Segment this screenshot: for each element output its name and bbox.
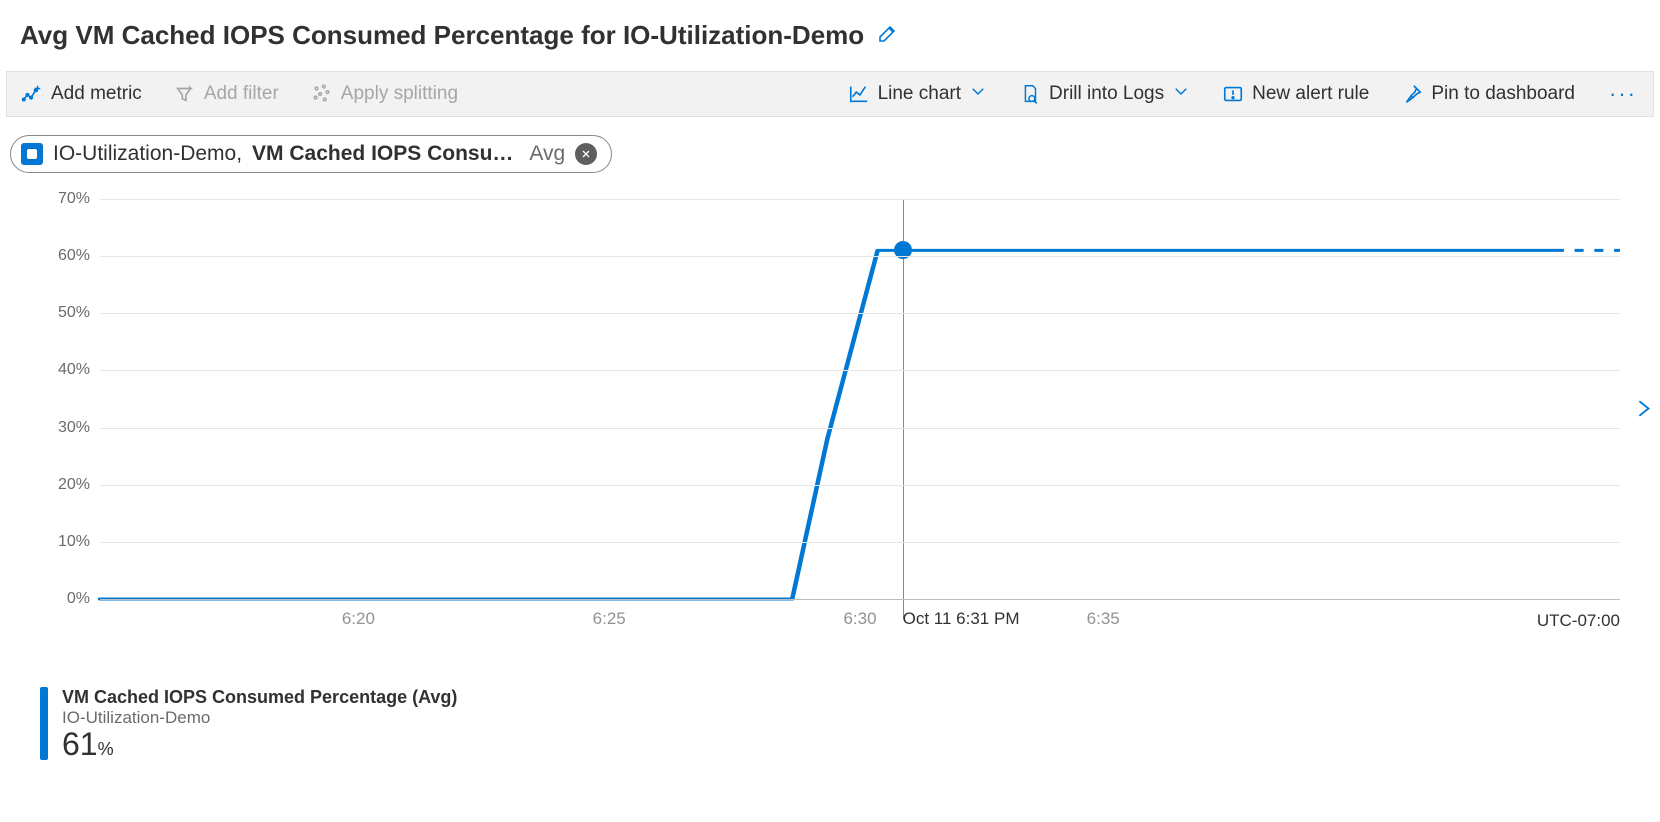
y-axis-tick: 30% — [40, 419, 90, 437]
chip-resource: IO-Utilization-Demo, — [53, 142, 242, 166]
legend-current-value: 61% — [62, 728, 457, 760]
add-filter-label: Add filter — [204, 83, 279, 105]
chart-type-dropdown[interactable]: Line chart — [844, 80, 991, 108]
y-axis-tick: 40% — [40, 361, 90, 379]
apply-splitting-label: Apply splitting — [341, 83, 458, 105]
legend-resource-name: IO-Utilization-Demo — [62, 708, 457, 728]
remove-metric-icon[interactable] — [575, 143, 597, 165]
legend-color-swatch — [40, 687, 48, 760]
chart-plot-area[interactable] — [100, 199, 1620, 599]
legend-series-name: VM Cached IOPS Consumed Percentage (Avg) — [62, 687, 457, 708]
chart-type-label: Line chart — [878, 83, 961, 105]
add-metric-button[interactable]: Add metric — [17, 81, 146, 107]
y-axis-tick: 10% — [40, 533, 90, 551]
drill-into-logs-dropdown[interactable]: Drill into Logs — [1015, 80, 1194, 108]
x-axis-tick: 6:20 — [342, 609, 375, 629]
chart-toolbar: Add metric Add filter Apply splitting Li… — [6, 71, 1654, 117]
x-axis-tick: 6:35 — [1087, 609, 1120, 629]
chevron-down-icon — [1172, 82, 1190, 106]
chart-crosshair — [903, 199, 904, 619]
new-alert-label: New alert rule — [1252, 83, 1369, 105]
add-filter-button[interactable]: Add filter — [170, 81, 283, 107]
y-axis: 0%10%20%30%40%50%60%70% — [40, 199, 96, 599]
page-title: Avg VM Cached IOPS Consumed Percentage f… — [20, 20, 864, 51]
y-axis-tick: 70% — [40, 190, 90, 208]
line-chart[interactable]: 0%10%20%30%40%50%60%70% Oct 11 6:31 PM 6… — [40, 199, 1620, 659]
scroll-right-button[interactable] — [1632, 391, 1654, 432]
pin-dashboard-label: Pin to dashboard — [1431, 83, 1575, 105]
add-metric-label: Add metric — [51, 83, 142, 105]
chart-hover-label: Oct 11 6:31 PM — [903, 609, 1020, 629]
x-axis-tick: 6:25 — [593, 609, 626, 629]
apply-splitting-button[interactable]: Apply splitting — [307, 81, 462, 107]
metric-selector-chip[interactable]: IO-Utilization-Demo, VM Cached IOPS Cons… — [10, 135, 612, 173]
y-axis-tick: 20% — [40, 476, 90, 494]
x-axis-tick: 6:30 — [843, 609, 876, 629]
chip-aggregation: Avg — [529, 142, 565, 166]
timezone-label: UTC-07:00 — [1537, 611, 1620, 631]
chart-legend-item[interactable]: VM Cached IOPS Consumed Percentage (Avg)… — [40, 687, 1620, 760]
y-axis-tick: 50% — [40, 304, 90, 322]
more-options-button[interactable]: ··· — [1603, 81, 1643, 107]
chip-metric: VM Cached IOPS Consu… — [252, 142, 513, 166]
y-axis-tick: 60% — [40, 247, 90, 265]
drill-logs-label: Drill into Logs — [1049, 83, 1164, 105]
y-axis-tick: 0% — [40, 590, 90, 608]
edit-title-icon[interactable] — [876, 21, 900, 50]
chevron-down-icon — [969, 82, 987, 106]
x-axis: Oct 11 6:31 PM 6:20 6:25 6:30 6:35 — [100, 609, 1620, 649]
new-alert-rule-button[interactable]: New alert rule — [1218, 81, 1373, 107]
resource-icon — [21, 143, 43, 165]
pin-to-dashboard-button[interactable]: Pin to dashboard — [1397, 81, 1579, 107]
